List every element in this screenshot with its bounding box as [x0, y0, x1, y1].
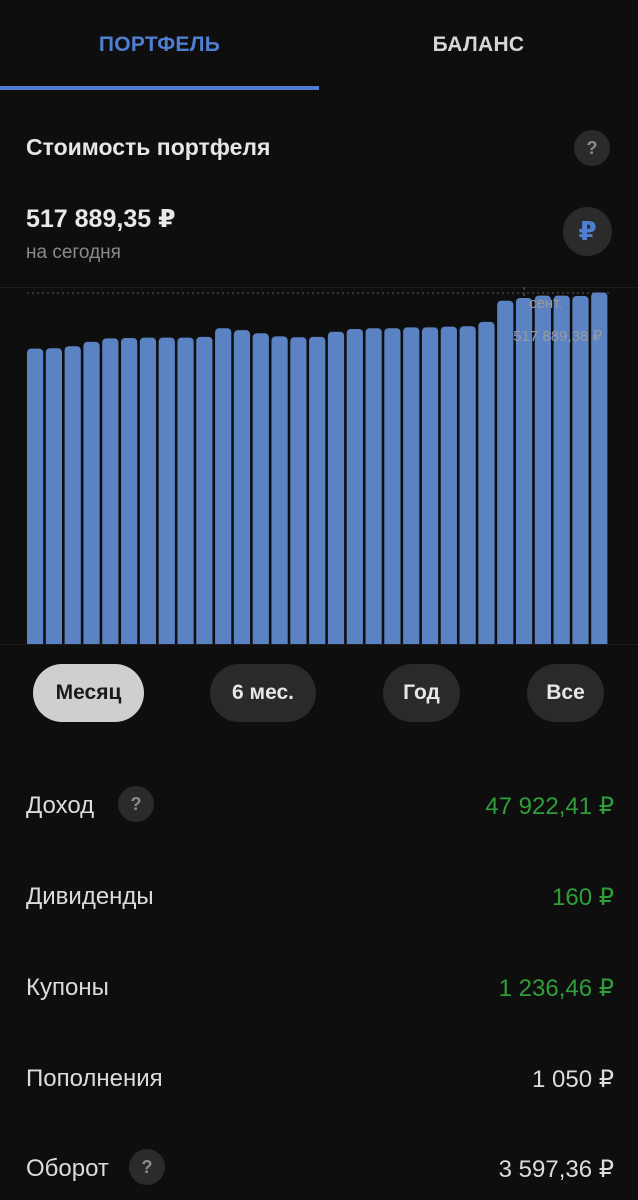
- portfolio-value-subtitle: на сегодня: [26, 242, 121, 263]
- chart-bar[interactable]: [346, 328, 363, 644]
- portfolio-chart[interactable]: сент. 517 889,38 ₽: [0, 287, 638, 644]
- chart-bar[interactable]: [591, 292, 608, 644]
- stat-value: 160 ₽: [552, 884, 614, 911]
- portfolio-value: 517 889,35 ₽: [26, 205, 176, 233]
- stat-row-coupons: Купоны 1 236,46 ₽: [0, 964, 638, 1014]
- chart-bar[interactable]: [83, 341, 100, 644]
- chart-bar[interactable]: [403, 327, 420, 644]
- chart-bar[interactable]: [497, 300, 514, 644]
- chart-bar[interactable]: [215, 328, 232, 644]
- tab-portfolio[interactable]: ПОРТФЕЛЬ: [0, 0, 319, 90]
- chart-bar[interactable]: [139, 337, 157, 644]
- divider: [0, 644, 638, 645]
- chart-bar[interactable]: [158, 337, 175, 644]
- stat-label: Купоны: [26, 974, 109, 1001]
- period-month-button[interactable]: Месяц: [33, 664, 144, 722]
- chart-bar[interactable]: [271, 336, 288, 644]
- chart-bar[interactable]: [572, 296, 589, 644]
- chart-bar[interactable]: [515, 297, 533, 644]
- help-icon[interactable]: ?: [129, 1149, 165, 1185]
- stat-row-deposits: Пополнения 1 050 ₽: [0, 1055, 638, 1105]
- chart-bar[interactable]: [196, 336, 213, 644]
- chart-bar[interactable]: [327, 331, 345, 644]
- portfolio-value-title: Стоимость портфеля: [26, 134, 271, 160]
- stat-row-income: Доход ? 47 922,41 ₽: [0, 782, 638, 832]
- chart-bar[interactable]: [45, 348, 63, 644]
- chart-bar[interactable]: [553, 295, 570, 644]
- chart-bar[interactable]: [233, 330, 251, 644]
- chart-bar[interactable]: [365, 328, 382, 644]
- ruble-currency-icon[interactable]: ₽: [563, 207, 612, 256]
- stat-value: 1 236,46 ₽: [498, 975, 614, 1002]
- stat-label: Дивиденды: [26, 883, 154, 910]
- marker-date-label: сент.: [529, 295, 563, 312]
- tab-balance[interactable]: БАЛАНС: [319, 0, 638, 90]
- chart-bar[interactable]: [177, 337, 194, 644]
- stat-value: 47 922,41 ₽: [485, 793, 614, 820]
- stat-value: 3 597,36 ₽: [498, 1156, 614, 1183]
- chart-bar[interactable]: [478, 321, 495, 644]
- help-icon[interactable]: ?: [118, 786, 154, 822]
- chart-bar[interactable]: [252, 333, 269, 644]
- chart-bar[interactable]: [440, 326, 457, 644]
- chart-bar[interactable]: [27, 348, 44, 644]
- stat-value: 1 050 ₽: [532, 1066, 614, 1093]
- top-tabs: ПОРТФЕЛЬ БАЛАНС: [0, 0, 638, 90]
- period-all-button[interactable]: Все: [527, 664, 604, 722]
- chart-bar[interactable]: [102, 338, 119, 644]
- chart-bar[interactable]: [534, 295, 551, 644]
- chart-bar[interactable]: [421, 327, 439, 644]
- stat-label: Пополнения: [26, 1065, 163, 1092]
- chart-bar[interactable]: [121, 338, 138, 644]
- chart-bar[interactable]: [290, 337, 307, 644]
- period-6-months-button[interactable]: 6 мес.: [210, 664, 316, 722]
- period-year-button[interactable]: Год: [383, 664, 460, 722]
- marker-value-label: 517 889,38 ₽: [513, 328, 602, 345]
- period-selector: Месяц 6 мес. Год Все: [0, 664, 638, 722]
- stat-label: Оборот: [26, 1155, 109, 1182]
- stat-row-turnover: Оборот ? 3 597,36 ₽: [0, 1145, 638, 1195]
- chart-bar[interactable]: [384, 328, 401, 644]
- chart-bar[interactable]: [64, 346, 81, 644]
- help-icon[interactable]: ?: [574, 130, 610, 166]
- chart-bar[interactable]: [309, 336, 326, 644]
- stat-row-dividends: Дивиденды 160 ₽: [0, 873, 638, 923]
- chart-bar[interactable]: [459, 326, 476, 644]
- stat-label: Доход: [26, 792, 95, 819]
